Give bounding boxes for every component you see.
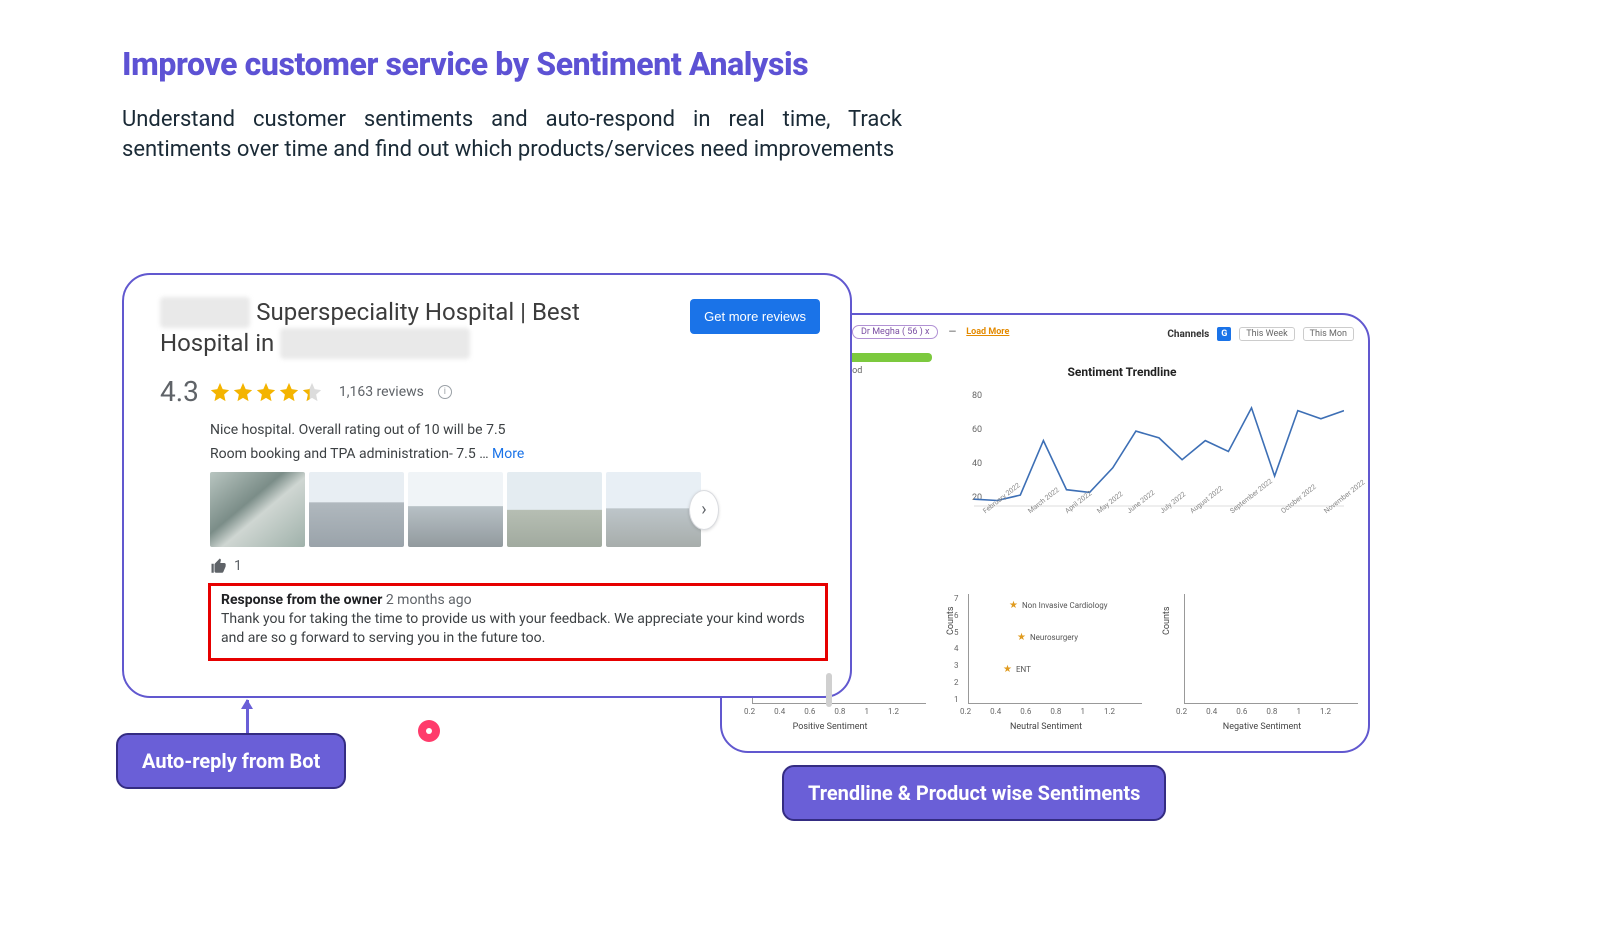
google-review-card: XXXXXX Superspeciality Hospital | Best H…	[122, 273, 852, 698]
review-text: Nice hospital. Overall rating out of 10 …	[210, 422, 820, 462]
filter-pill[interactable]: Dr Megha ( 56 ) x	[852, 325, 938, 339]
review-photo[interactable]	[408, 472, 503, 547]
rating-row: 4.3 1,163 reviews i	[160, 375, 820, 408]
like-row[interactable]: 1	[210, 557, 820, 575]
review-line-1: Nice hospital. Overall rating out of 10 …	[210, 422, 820, 438]
trendline-title: Sentiment Trendline	[972, 365, 1272, 379]
title-prefix-2: Hospital in	[160, 329, 280, 357]
negative-sentiment-chart: Counts 0.20.40.60.811.2 Negative Sentime…	[1162, 590, 1362, 730]
title-suffix-1: Superspeciality Hospital | Best	[250, 298, 580, 326]
more-link[interactable]: More	[492, 446, 524, 462]
business-title: XXXXXX Superspeciality Hospital | Best H…	[160, 297, 580, 359]
review-photo[interactable]	[309, 472, 404, 547]
date-range-week[interactable]: This Week	[1239, 327, 1294, 341]
photo-next-button[interactable]: ›	[689, 490, 719, 530]
trend-x-labels: February 2022March 2022April 2022May 202…	[984, 508, 1349, 516]
reviews-count: 1,163 reviews	[339, 384, 424, 400]
chat-bubble-icon[interactable]	[418, 720, 440, 742]
thumb-up-icon	[210, 557, 228, 575]
scrollbar-thumb[interactable]	[826, 673, 832, 707]
star-rating-icon	[209, 381, 323, 403]
review-photo[interactable]	[507, 472, 602, 547]
trendline-callout: Trendline & Product wise Sentiments	[782, 765, 1166, 821]
arrow-up-icon	[246, 700, 249, 736]
owner-response-label: Response from the owner	[221, 592, 382, 608]
review-photo[interactable]	[210, 472, 305, 547]
redacted-name: XXXXXX	[160, 297, 250, 328]
neutral-sentiment-chart: Counts 7654321 ★Non Invasive Cardiology …	[946, 590, 1146, 730]
page-subtitle: Understand customer sentiments and auto-…	[122, 105, 902, 164]
owner-response-text: Thank you for taking the time to provide…	[221, 610, 815, 648]
auto-reply-callout: Auto-reply from Bot	[116, 733, 346, 789]
owner-response-box: Response from the owner 2 months ago Tha…	[208, 583, 828, 661]
review-line-2: Room booking and TPA administration- 7.5…	[210, 446, 492, 462]
channels-label: Channels	[1167, 329, 1209, 340]
info-icon[interactable]: i	[438, 385, 452, 399]
photo-strip: ›	[210, 472, 820, 547]
partial-bar-chart: ood	[847, 353, 937, 376]
owner-response-time: 2 months ago	[386, 592, 472, 608]
redacted-city: XXXXXXXXXXXX	[280, 328, 470, 359]
close-icon[interactable]: x	[925, 327, 929, 337]
google-channel-icon[interactable]: G	[1217, 327, 1231, 341]
load-more-link[interactable]: Load More	[966, 327, 1009, 337]
date-range-month[interactable]: This Mon	[1303, 327, 1354, 341]
like-count: 1	[234, 558, 242, 574]
review-photo[interactable]	[606, 472, 701, 547]
rating-value: 4.3	[160, 375, 199, 408]
page-title: Improve customer service by Sentiment An…	[122, 45, 1600, 83]
get-more-reviews-button[interactable]: Get more reviews	[690, 299, 820, 334]
